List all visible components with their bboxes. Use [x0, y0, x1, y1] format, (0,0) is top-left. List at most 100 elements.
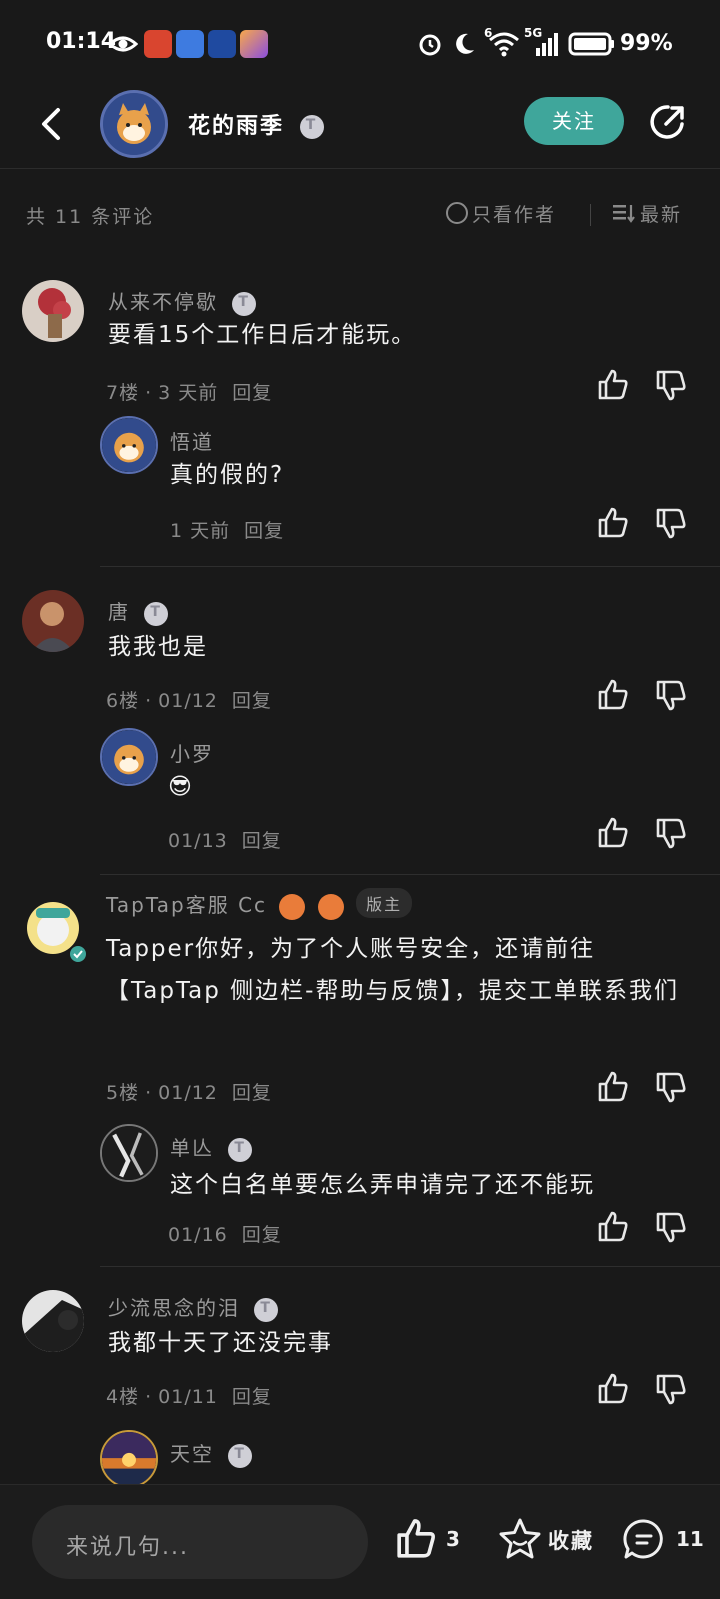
- reply-button[interactable]: 回复: [244, 520, 284, 542]
- reply-avatar[interactable]: [100, 1430, 158, 1484]
- reply-button[interactable]: 回复: [232, 1386, 272, 1408]
- commenter-name[interactable]: 唐: [108, 596, 169, 626]
- commenter-avatar[interactable]: [22, 590, 84, 652]
- author-only-label: 只看作者: [472, 204, 557, 226]
- floor-number: 5楼: [106, 1082, 140, 1104]
- thumbs-down-icon[interactable]: [654, 816, 688, 850]
- user-level-badge-icon: [232, 291, 257, 316]
- shiba-avatar-icon: [103, 93, 165, 155]
- comment-text: 我我也是: [108, 634, 208, 660]
- reply-button[interactable]: 回复: [242, 1224, 282, 1246]
- comment-bubble-icon[interactable]: [622, 1517, 666, 1561]
- commenter-name[interactable]: 从来不停歇: [108, 286, 257, 316]
- browser-app-icon: [240, 30, 268, 58]
- user-level-badge-icon: [254, 1297, 279, 1322]
- comment-time: 01/12: [158, 1082, 218, 1104]
- reply-time: 01/16: [168, 1224, 228, 1246]
- reply-username[interactable]: 悟道: [170, 426, 214, 455]
- share-icon[interactable]: [648, 102, 688, 142]
- page-title: 花的雨季: [188, 108, 324, 140]
- sort-list-icon: [613, 205, 635, 223]
- back-arrow-icon[interactable]: [36, 104, 66, 144]
- sort-divider: [590, 204, 591, 226]
- do-not-disturb-moon-icon: [456, 33, 474, 54]
- user-level-badge-icon: [299, 115, 324, 139]
- commenter-avatar[interactable]: [22, 280, 84, 342]
- message-app-icon: [176, 30, 204, 58]
- comment-text: 要看15个工作日后才能玩。: [108, 322, 417, 348]
- gamepad-badge-icon: [279, 893, 306, 920]
- star-favorite-icon[interactable]: [498, 1517, 542, 1561]
- floor-number: 6楼: [106, 690, 140, 712]
- author-name: 花的雨季: [188, 114, 285, 139]
- reply-username[interactable]: 小罗: [170, 738, 214, 767]
- comment-count: 共 11 条评论: [26, 206, 155, 228]
- thumbs-down-icon[interactable]: [654, 368, 688, 402]
- thumbs-down-icon[interactable]: [654, 1372, 688, 1406]
- thumbs-up-icon[interactable]: [394, 1517, 438, 1561]
- sort-newest-button[interactable]: 最新: [612, 200, 682, 227]
- reply-button[interactable]: 回复: [232, 382, 272, 404]
- floor-number: 4楼: [106, 1386, 140, 1408]
- thumbs-up-icon[interactable]: [596, 816, 630, 850]
- chat-app-icon: [208, 30, 236, 58]
- reply-button[interactable]: 回复: [242, 830, 282, 852]
- sort-newest-label: 最新: [640, 204, 683, 226]
- thumbs-down-icon[interactable]: [654, 506, 688, 540]
- commenter-avatar[interactable]: [18, 894, 88, 964]
- app-notification-icon: [144, 30, 172, 58]
- reply-avatar[interactable]: [100, 416, 158, 474]
- thumbs-up-icon[interactable]: [596, 1070, 630, 1104]
- thumbs-down-icon[interactable]: [654, 1210, 688, 1244]
- comment-item: TapTap客服 Cc 版主 Tapper你好，为了个人账号安全，还请前往【Ta…: [0, 888, 720, 1267]
- comment-item: 从来不停歇 要看15个工作日后才能玩。 7楼·3 天前回复 悟道 真的假的? 1…: [0, 280, 720, 570]
- thumbs-up-icon[interactable]: [596, 1210, 630, 1244]
- reply-meta: 1 天前 回复: [170, 516, 284, 543]
- thumbs-up-icon[interactable]: [596, 678, 630, 712]
- thumbs-up-icon[interactable]: [596, 1372, 630, 1406]
- commenter-avatar[interactable]: [22, 1290, 84, 1352]
- top-header: 花的雨季 关注: [0, 88, 720, 169]
- author-only-toggle[interactable]: 只看作者: [446, 200, 556, 227]
- sunset-avatar-icon: [102, 1432, 156, 1484]
- user-level-badge-icon: [228, 1137, 253, 1162]
- author-avatar[interactable]: [100, 90, 168, 158]
- reply-button[interactable]: 回复: [232, 690, 272, 712]
- reply-button[interactable]: 回复: [232, 1082, 272, 1104]
- battery-percent: 99%: [620, 31, 673, 56]
- reply-avatar[interactable]: [100, 1124, 158, 1182]
- comment-text: 我都十天了还没完事: [108, 1330, 333, 1356]
- reply-username[interactable]: 天空: [170, 1438, 253, 1468]
- reply-time: 01/13: [168, 830, 228, 852]
- level-t-badge-icon: [317, 893, 344, 920]
- follow-button[interactable]: 关注: [524, 97, 624, 145]
- reply-meta: 01/16 回复: [168, 1220, 282, 1247]
- commenter-name[interactable]: 少流思念的泪: [108, 1292, 279, 1322]
- comment-divider: [100, 1266, 720, 1267]
- reply-username[interactable]: 单亾: [170, 1132, 253, 1162]
- flower-photo-avatar-icon: [22, 280, 84, 342]
- comment-time: 01/12: [158, 690, 218, 712]
- taptap-mascot-avatar-icon: [27, 902, 88, 964]
- comment-sort-bar: 共 11 条评论 只看作者 最新: [0, 196, 720, 236]
- thumbs-down-icon[interactable]: [654, 678, 688, 712]
- eye-icon: [108, 36, 138, 52]
- comment-meta: 4楼 · 01/11 回复: [106, 1386, 272, 1408]
- reply-time: 1 天前: [170, 520, 231, 542]
- comment-input-placeholder: 来说几句...: [66, 1535, 189, 1560]
- reply-avatar[interactable]: [100, 728, 158, 786]
- reply-text: 这个白名单要怎么弄申请完了还不能玩: [170, 1172, 595, 1198]
- commenter-name[interactable]: TapTap客服 Cc 版主: [106, 888, 413, 920]
- thumbs-down-icon[interactable]: [654, 1070, 688, 1104]
- favorite-label[interactable]: 收藏: [548, 1525, 594, 1555]
- alarm-icon: [419, 34, 441, 56]
- reply-meta: 01/13 回复: [168, 826, 282, 853]
- user-level-badge-icon: [228, 1443, 253, 1468]
- wifi-icon: [489, 32, 519, 57]
- comment-input[interactable]: 来说几句...: [32, 1505, 368, 1579]
- comment-item: 少流思念的泪 我都十天了还没完事 4楼·01/11回复 天空: [0, 1290, 720, 1484]
- thumbs-up-icon[interactable]: [596, 368, 630, 402]
- comment-text: Tapper你好，为了个人账号安全，还请前往【TapTap 侧边栏-帮助与反馈】…: [106, 936, 679, 1004]
- thumbs-up-icon[interactable]: [596, 506, 630, 540]
- user-level-badge-icon: [144, 601, 169, 626]
